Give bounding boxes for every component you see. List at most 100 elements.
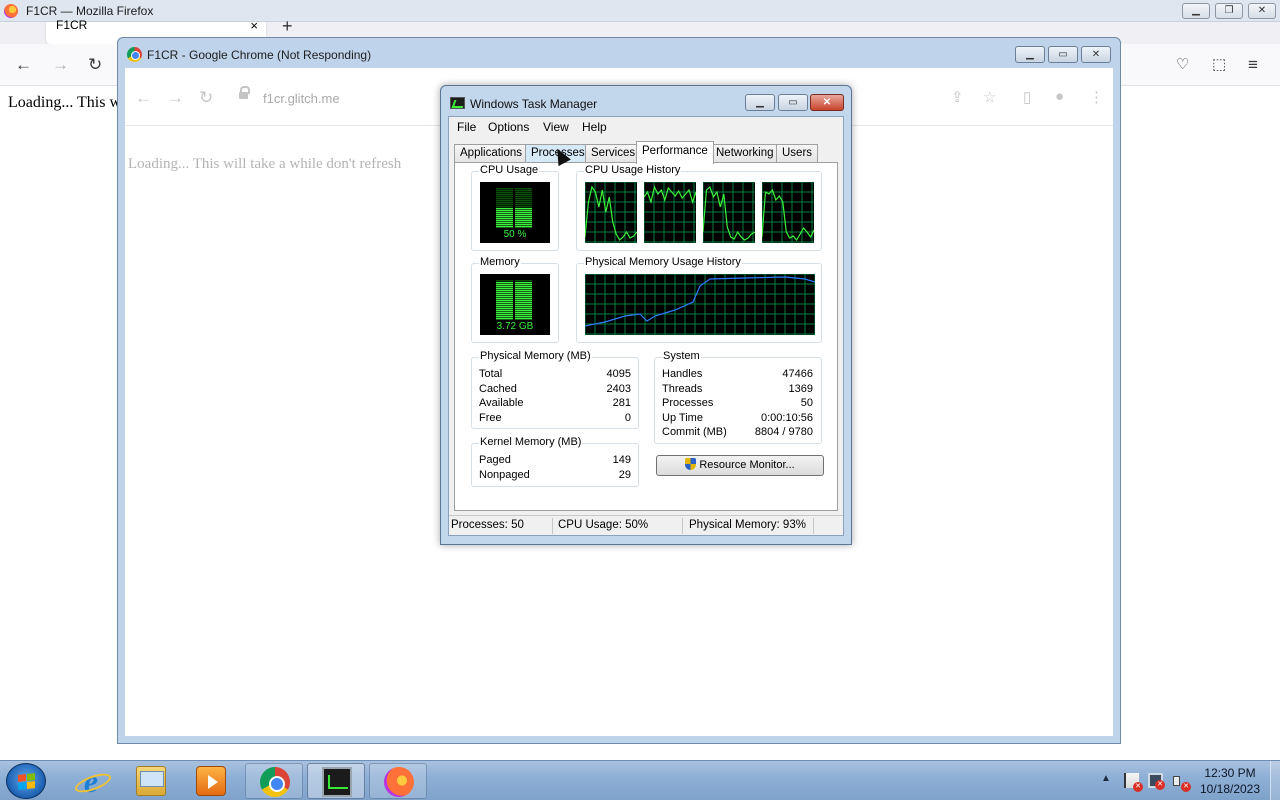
- memory-bars: [496, 280, 532, 320]
- resource-monitor-button[interactable]: Resource Monitor...: [656, 455, 824, 476]
- chrome-close-button[interactable]: ✕: [1081, 46, 1111, 63]
- cpu-meter-segment: [515, 218, 532, 220]
- firefox-back-icon[interactable]: ←: [15, 55, 32, 75]
- cpu-meter-segment: [515, 226, 532, 228]
- cpu-meter-segment: [496, 202, 513, 204]
- start-button[interactable]: [6, 763, 46, 799]
- memory-meter-segment: [515, 288, 532, 290]
- memory-meter-segment: [496, 290, 513, 292]
- cpu-meter-segment: [515, 222, 532, 224]
- chrome-reload-icon[interactable]: ↻: [199, 88, 213, 108]
- menu-file[interactable]: File: [457, 120, 476, 134]
- task-manager-close-button[interactable]: ✕: [810, 94, 844, 111]
- memory-meter-segment: [515, 296, 532, 298]
- stat-value: 1369: [788, 383, 813, 395]
- menu-help[interactable]: Help: [582, 120, 607, 134]
- firefox-restore-button[interactable]: ❐: [1215, 3, 1243, 19]
- memory-meter-segment: [515, 316, 532, 318]
- task-manager-title: Windows Task Manager: [470, 97, 598, 111]
- memory-meter-segment: [515, 300, 532, 302]
- memory-meter-segment: [496, 312, 513, 314]
- folder-icon: [136, 766, 166, 796]
- cpu-meter-segment: [515, 202, 532, 204]
- extensions-icon[interactable]: ⬚: [1212, 55, 1226, 73]
- tab-services[interactable]: Services: [585, 144, 642, 163]
- lock-icon: [239, 86, 250, 100]
- firefox-menu-icon[interactable]: ≡: [1248, 55, 1258, 75]
- status-memory: Physical Memory: 93%: [689, 519, 806, 531]
- chrome-forward-icon[interactable]: →: [167, 88, 184, 108]
- show-desktop-button[interactable]: [1270, 761, 1280, 800]
- cpu-meter-segment: [515, 220, 532, 222]
- firefox-new-tab-icon[interactable]: +: [282, 16, 293, 37]
- cpu-meter-segment: [496, 224, 513, 226]
- uac-shield-icon: [685, 458, 697, 470]
- memory-meter-segment: [515, 298, 532, 300]
- volume-icon[interactable]: [1172, 773, 1191, 792]
- menu-options[interactable]: Options: [488, 120, 529, 134]
- stat-value: 50: [800, 397, 813, 409]
- chrome-back-icon[interactable]: ←: [135, 88, 152, 108]
- stat-value: 2403: [606, 383, 631, 395]
- taskbar-media-player[interactable]: [182, 763, 240, 799]
- physical-memory-label: Physical Memory (MB): [479, 350, 592, 362]
- memory-meter-segment: [496, 310, 513, 312]
- taskbar-task-manager[interactable]: [307, 763, 365, 799]
- physical-memory-group: Physical Memory (MB) Total 4095 Cached 240…: [471, 350, 639, 429]
- tab-performance[interactable]: Performance: [636, 141, 714, 164]
- cpu-meter-segment: [496, 194, 513, 196]
- memory-meter-segment: [515, 294, 532, 296]
- taskbar-google-chrome[interactable]: [245, 763, 303, 799]
- system-group: System Handles 47466 Threads 1369 Processe…: [654, 350, 822, 444]
- share-icon[interactable]: ⇪: [951, 88, 964, 106]
- firefox-reload-icon[interactable]: ↻: [88, 55, 102, 75]
- cpu-meter-segment: [496, 188, 513, 190]
- memory-meter-segment: [496, 304, 513, 306]
- cpu-usage-bars: [496, 188, 532, 228]
- status-separator: [813, 518, 814, 534]
- tab-applications[interactable]: Applications: [454, 144, 529, 163]
- cpu-meter-segment: [496, 216, 513, 218]
- system-clock[interactable]: 12:30 PM 10/18/2023: [1190, 765, 1270, 797]
- side-panel-icon[interactable]: ▯: [1023, 88, 1031, 106]
- tab-users[interactable]: Users: [776, 144, 819, 163]
- memory-meter-segment: [496, 314, 513, 316]
- action-center-flag-icon[interactable]: [1124, 773, 1143, 792]
- cpu-meter-segment: [496, 218, 513, 220]
- cpu-meter-segment: [496, 208, 513, 210]
- menu-view[interactable]: View: [543, 120, 569, 134]
- chrome-minimize-button[interactable]: ▁: [1015, 46, 1045, 63]
- taskbar-internet-explorer[interactable]: e: [62, 763, 120, 799]
- memory-meter-segment: [496, 280, 513, 282]
- firefox-tab-close-icon[interactable]: ×: [250, 18, 258, 33]
- profile-icon[interactable]: ●: [1055, 88, 1064, 105]
- tab-networking[interactable]: Networking: [710, 144, 780, 163]
- pocket-icon[interactable]: ♡: [1176, 55, 1189, 73]
- stat-value: 47466: [782, 368, 813, 380]
- cpu-usage-label: CPU Usage: [479, 164, 540, 176]
- chrome-menu-icon[interactable]: ⋮: [1089, 88, 1104, 106]
- firefox-forward-icon[interactable]: →: [52, 55, 69, 75]
- network-icon[interactable]: [1148, 773, 1165, 790]
- taskbar-windows-explorer[interactable]: [122, 763, 180, 799]
- cpu-meter-segment: [515, 192, 532, 194]
- cpu-meter-segment: [496, 190, 513, 192]
- firefox-minimize-button[interactable]: ▁: [1182, 3, 1210, 19]
- firefox-close-button[interactable]: ✕: [1248, 3, 1276, 19]
- firefox-titlebar: F1CR — Mozilla Firefox ▁ ❐ ✕: [0, 0, 1280, 22]
- task-manager-maximize-button[interactable]: ▭: [778, 94, 808, 111]
- task-manager-menubar: File Options View Help: [449, 117, 843, 137]
- taskbar-firefox[interactable]: [369, 763, 427, 799]
- cpu-meter-segment: [515, 208, 532, 210]
- cpu-meter-segment: [496, 214, 513, 216]
- cpu-meter-segment: [496, 212, 513, 214]
- cpu-usage-meter: 50 %: [480, 182, 550, 243]
- memory-meter-segment: [496, 288, 513, 290]
- task-manager-minimize-button[interactable]: ▁: [745, 94, 775, 111]
- memory-meter-segment: [496, 318, 513, 320]
- cpu-core-2-graph: [644, 182, 696, 243]
- stat-key: Commit (MB): [662, 426, 727, 438]
- bookmark-star-icon[interactable]: ☆: [983, 88, 996, 106]
- chrome-maximize-button[interactable]: ▭: [1048, 46, 1078, 63]
- show-hidden-icons-arrow-icon[interactable]: ▲: [1101, 773, 1111, 784]
